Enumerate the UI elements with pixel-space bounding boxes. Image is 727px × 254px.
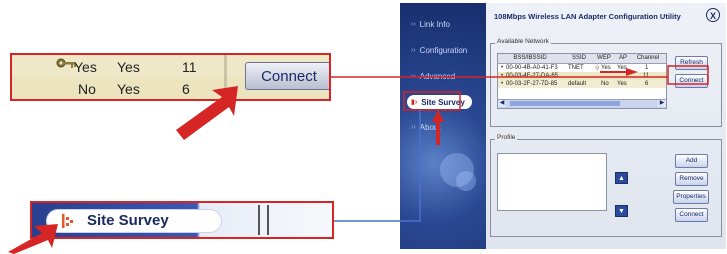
cell-wep: No	[601, 81, 609, 87]
chevron-icon: ››	[411, 20, 416, 28]
chevron-icon: ››	[411, 46, 416, 54]
profile-list[interactable]	[497, 153, 607, 211]
signal-icon: •	[501, 65, 504, 71]
main-content: 108Mbps Wireless LAN Adapter Configurati…	[486, 3, 726, 249]
column-header-ssid[interactable]: SSID	[568, 55, 590, 61]
table-row[interactable]: • 00-03-2F-27-7D-85 default No Yes 6	[498, 80, 666, 88]
profile-connect-button[interactable]: Connect	[675, 208, 708, 222]
zoom-row2-ap: Yes	[117, 81, 140, 97]
zoom-site-survey-tab[interactable]: Site Survey	[47, 210, 221, 232]
profile-label: Profile	[495, 134, 518, 141]
network-table: BSS/IBSSID SSID WEP AP Channel • 00-90-4…	[497, 53, 667, 109]
decor-circle	[456, 171, 476, 191]
zoom-row1-wep: Yes	[74, 59, 97, 75]
key-icon: ⚲	[595, 66, 600, 72]
sidebar-item-advanced[interactable]: ›› Advanced	[411, 69, 455, 83]
cell-channel: 11	[643, 73, 650, 79]
scroll-left-icon[interactable]: ◀	[498, 100, 506, 107]
zoom-row1-ap: Yes	[117, 59, 140, 75]
zoom-connect-button[interactable]: Connect	[245, 62, 329, 90]
sidebar-item-label: About	[419, 122, 441, 132]
scroll-thumb[interactable]	[510, 101, 620, 106]
zoom-row1-channel: 11	[182, 59, 197, 75]
cell-wep: Yes	[601, 65, 611, 71]
sidebar-item-label: Site Survey	[421, 97, 465, 107]
sidebar: ›› Link Info ›› Configuration ›› Advance…	[400, 3, 486, 249]
cell-ssid: default	[568, 81, 587, 87]
refresh-button[interactable]: Refresh	[675, 56, 708, 70]
page: Yes Yes 11 No Yes 6 Connect Site Survey	[0, 0, 727, 254]
site-survey-icon	[62, 214, 73, 228]
site-survey-icon: ▮›	[411, 99, 418, 106]
profile-group: Profile ▲ ▼ Add Remove Properties Connec…	[490, 134, 722, 237]
available-network-label: Available Network	[495, 38, 551, 45]
sidebar-item-label: Configuration	[419, 45, 468, 55]
zoom-site-survey-label: Site Survey	[87, 212, 169, 229]
column-header-wep[interactable]: WEP	[594, 55, 614, 61]
cell-channel: 6	[645, 81, 649, 87]
cell-bssid: 00-90-4B-A0-41-F3	[506, 65, 558, 71]
signal-icon: •	[501, 81, 504, 87]
utility-window: ›› Link Info ›› Configuration ›› Advance…	[400, 3, 726, 249]
add-button[interactable]: Add	[675, 154, 708, 168]
move-down-icon[interactable]: ▼	[615, 205, 628, 217]
cell-ssid: TNET	[568, 65, 584, 71]
zoom-row2-wep: No	[78, 81, 96, 97]
window-title: 108Mbps Wireless LAN Adapter Configurati…	[494, 12, 681, 21]
zoom-callout-site-survey: Site Survey	[30, 201, 334, 239]
chevron-icon: ››	[411, 123, 416, 131]
column-header-bssid[interactable]: BSS/IBSSID	[502, 55, 558, 61]
cell-ap: Yes	[617, 65, 627, 71]
column-header-ap[interactable]: AP	[616, 55, 630, 61]
signal-icon: •	[501, 73, 504, 79]
table-row[interactable]: • 00-90-4B-A0-41-F3 TNET ⚲ Yes Yes 1	[498, 64, 666, 72]
column-header-channel[interactable]: Channel	[633, 55, 663, 61]
cell-bssid: 00-03-2F-27-7D-85	[506, 81, 558, 87]
sidebar-item-configuration[interactable]: ›› Configuration	[411, 43, 467, 57]
zoom-column-divider	[224, 55, 227, 99]
zoom-divider-left	[258, 205, 260, 235]
sidebar-item-site-survey[interactable]: ▮› Site Survey	[407, 95, 472, 109]
scroll-right-icon[interactable]: ▶	[658, 100, 666, 107]
sidebar-item-link-info[interactable]: ›› Link Info	[411, 17, 450, 31]
connect-button[interactable]: Connect	[675, 74, 708, 88]
remove-button[interactable]: Remove	[675, 172, 708, 186]
move-up-icon[interactable]: ▲	[615, 172, 628, 184]
zoom-row2-channel: 6	[182, 81, 190, 97]
network-table-header: BSS/IBSSID SSID WEP AP Channel	[498, 54, 666, 64]
sidebar-item-label: Advanced	[419, 71, 456, 81]
zoom-divider-right	[267, 205, 269, 235]
properties-button[interactable]: Properties	[673, 190, 709, 204]
sidebar-item-label: Link Info	[419, 19, 450, 29]
close-button[interactable]: X	[706, 8, 720, 22]
chevron-icon: ››	[411, 72, 416, 80]
zoom-callout-connect: Yes Yes 11 No Yes 6 Connect	[10, 53, 331, 101]
table-row[interactable]: • 00-03-4F-27-DA-65 11	[498, 72, 666, 80]
cell-bssid: 00-03-4F-27-DA-65	[506, 73, 559, 79]
cell-ap: Yes	[617, 81, 627, 87]
cell-channel: 1	[645, 65, 649, 71]
horizontal-scrollbar[interactable]: ◀ ▶	[498, 99, 666, 108]
sidebar-item-about[interactable]: ›› About	[411, 120, 441, 134]
available-network-group: Available Network BSS/IBSSID SSID WEP AP…	[490, 38, 722, 127]
